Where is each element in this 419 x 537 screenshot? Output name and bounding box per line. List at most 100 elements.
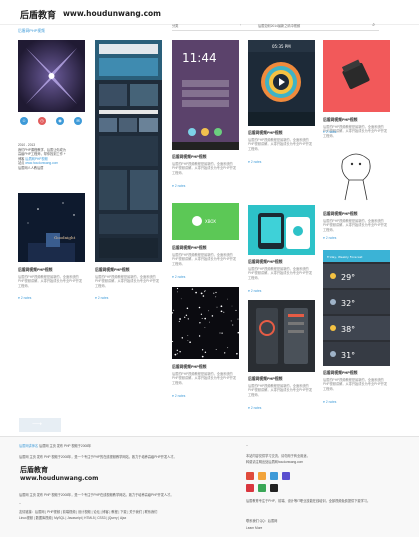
post-title[interactable]: 后盾网视频PHP视频 <box>248 377 282 382</box>
star-dot <box>201 355 204 358</box>
star-dot <box>172 340 174 343</box>
search-icon[interactable]: ⌕ <box>372 22 375 28</box>
star-dot <box>204 291 206 293</box>
partner-icon[interactable] <box>246 472 254 480</box>
star-dot <box>211 315 214 317</box>
profile-info: 2010 - 2013 我们PHP课程教学，后盾让你成为 高级PHP工程师，帮你… <box>18 143 88 171</box>
star-dot <box>191 288 194 290</box>
heart-icon: ♥ <box>172 275 174 279</box>
post-image-stars[interactable] <box>172 287 239 359</box>
star-dot <box>237 331 239 334</box>
post-likes[interactable]: ♥2 notes <box>172 184 185 188</box>
weather-temp: 29° <box>341 273 355 282</box>
footer-site-text: 后盾网 主页 发布 PHP 视频于2008年 <box>39 444 92 448</box>
post-title[interactable]: 后盾网视频PHP视频 <box>248 131 282 136</box>
post-image-night[interactable]: Goodnight <box>18 193 85 262</box>
post-title[interactable]: 后盾网视频PHP视频 <box>18 268 52 273</box>
post-image-sketch[interactable] <box>323 140 390 210</box>
star-dot <box>198 335 201 337</box>
svg-text:Goodnight: Goodnight <box>54 235 76 240</box>
star-dot <box>178 320 180 322</box>
post-desc: 后盾的PHP视频教程是最新的，全面系统的PHP视频讲解，从零开始成长为专业PHP… <box>18 275 83 288</box>
footer-site-label[interactable]: 后盾网讲师名 <box>19 444 38 448</box>
partner-icon[interactable] <box>270 484 278 492</box>
post-image-xbox[interactable]: XBOX <box>172 203 239 240</box>
ribbon-title[interactable]: 后盾如何2014最新之晴中视频 <box>258 23 300 28</box>
star-dot <box>215 296 217 298</box>
category-label[interactable]: 分类 <box>172 23 178 28</box>
star-dot <box>200 313 203 315</box>
star-dot <box>202 295 205 297</box>
clock-icon[interactable]: ◷ <box>38 117 46 125</box>
partner-icon[interactable] <box>246 484 254 492</box>
star-dot <box>187 340 189 341</box>
profile-label: 站点 <box>18 161 25 166</box>
star-dot <box>181 337 184 339</box>
post-likes[interactable]: ♥2 notes <box>248 160 261 164</box>
rss-icon[interactable]: ◉ <box>56 117 64 125</box>
post-likes[interactable]: ♥2 notes <box>172 394 185 398</box>
post-title[interactable]: 后盾网视频PHP视频 <box>323 212 357 217</box>
star-dot <box>204 351 207 354</box>
star-dot <box>231 305 233 307</box>
mail-icon[interactable]: ✉ <box>74 117 82 125</box>
footer-links-2[interactable]: Linux视频 | 数据库视频 | MySQL | Javascript | H… <box>19 515 126 520</box>
partner-icon[interactable] <box>258 472 266 480</box>
post-title[interactable]: 后盾网视频PHP视频 <box>95 268 129 273</box>
post-title[interactable]: 后盾网视频PHP视频 <box>172 365 206 370</box>
site-url[interactable]: www.houdunwang.com <box>63 9 161 18</box>
post-image-red-icon[interactable] <box>323 40 390 112</box>
heart-icon: ♥ <box>248 406 250 410</box>
post-desc: 后盾的PHP视频教程是最新的，全面系统的PHP视频讲解，从零开始成长为专业PHP… <box>248 267 313 280</box>
post-image-weather[interactable]: Friday, Weekly Forecast 29° 32° 38° 31° <box>323 250 390 366</box>
weather-temp: 31° <box>341 351 355 360</box>
post-likes[interactable]: ♥2 notes <box>172 275 185 279</box>
post-title[interactable]: 后盾网视频PHP视频 <box>172 155 206 160</box>
partner-icon[interactable] <box>282 472 290 480</box>
star-dot <box>204 290 206 292</box>
post-likes[interactable]: ♥2 notes <box>95 296 108 300</box>
footer: 后盾网讲师名 后盾网 主页 发布 PHP 视频于2008年 后盾网 主页 发布 … <box>0 436 419 537</box>
footer-links[interactable]: 友情链接：后盾网 | PHP视频 | 前端视频 | 设计视频 | 论坛 | 博客… <box>19 509 157 514</box>
star-dot <box>208 310 210 312</box>
heart-icon: ♥ <box>172 394 174 398</box>
post-title[interactable]: 后盾网视频PHP视频 <box>323 371 357 376</box>
post-desc: 后盾的PHP视频教程是最新的，全面系统的PHP视频讲解，从零开始成长为专业PHP… <box>323 378 388 391</box>
post-likes[interactable]: ♥2 notes <box>323 236 336 240</box>
weather-temp: 38° <box>341 325 355 334</box>
star-dot <box>187 318 189 320</box>
post-likes[interactable]: ♥2 notes <box>248 289 261 293</box>
post-likes[interactable]: ♥2 notes <box>323 130 336 134</box>
post-image-android-clock[interactable]: 11:44 <box>172 40 239 150</box>
star-dot <box>174 353 177 356</box>
user-icon[interactable]: ☺ <box>20 117 28 125</box>
partner-icon[interactable] <box>258 484 266 492</box>
star-dot <box>235 309 237 311</box>
site-logo[interactable]: 后盾教育 <box>20 8 56 21</box>
partner-icon[interactable] <box>270 472 278 480</box>
post-image-dark-app[interactable] <box>248 300 315 372</box>
star-dot <box>223 311 225 313</box>
post-image-website[interactable] <box>95 40 162 262</box>
star-dot <box>198 306 201 309</box>
star-dot <box>209 321 210 323</box>
post-likes[interactable]: ♥2 notes <box>248 406 261 410</box>
post-likes[interactable]: ♥2 notes <box>323 400 336 404</box>
footer-learn-more[interactable]: Learn More <box>246 526 262 530</box>
breadcrumb[interactable]: 后盾网PHP视频 <box>18 29 45 34</box>
profile-site-link[interactable]: www.houdunwang.com <box>25 161 58 165</box>
post-likes[interactable]: ♥2 notes <box>18 296 31 300</box>
star-dot <box>216 306 218 308</box>
star-dot <box>221 332 223 334</box>
post-title[interactable]: 后盾网视频PHP视频 <box>248 260 282 265</box>
star-dot <box>189 341 191 344</box>
footer-url[interactable]: www.houdunwang.com <box>20 475 98 482</box>
post-title[interactable]: 后盾网视频PHP视频 <box>172 246 206 251</box>
footer-logo[interactable]: 后盾教育 <box>20 465 48 475</box>
next-page-button[interactable]: ⟶ <box>19 418 61 432</box>
post-image-music-player[interactable]: 05:35 PM <box>248 40 315 126</box>
star-dot <box>173 309 175 311</box>
post-title[interactable]: 后盾网视频PHP视频 <box>323 118 357 123</box>
post-image-teal-ui[interactable] <box>248 205 315 255</box>
star-dot <box>184 316 186 318</box>
